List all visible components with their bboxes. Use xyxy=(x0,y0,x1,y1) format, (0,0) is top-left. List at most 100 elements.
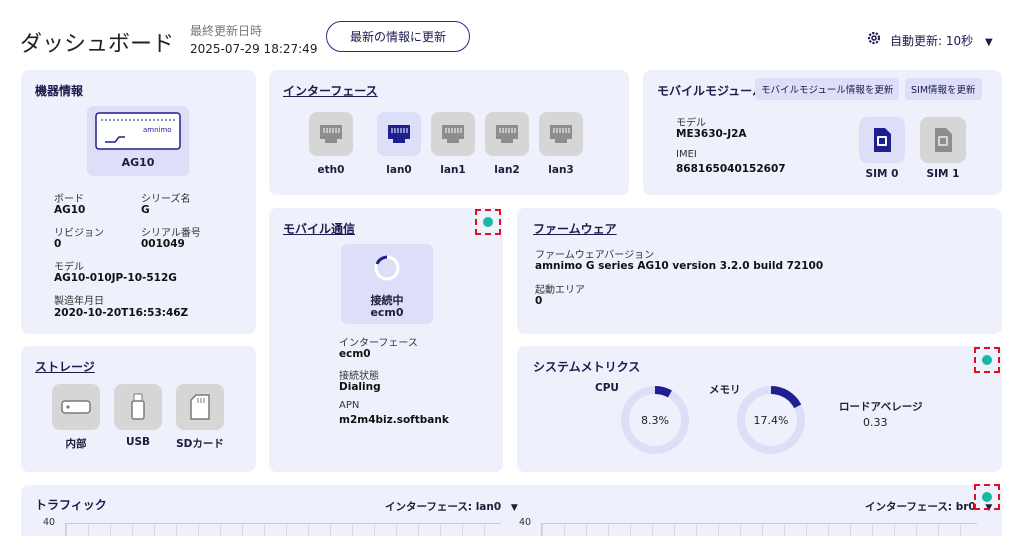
update-module-button[interactable]: モバイルモジュール情報を更新 xyxy=(755,78,900,100)
interface-tile-lan3[interactable] xyxy=(539,112,583,156)
imei-value: 868165040152607 xyxy=(676,163,786,175)
storage-usb-tile[interactable] xyxy=(114,384,162,430)
device-image-caption: AG10 xyxy=(121,156,155,169)
last-updated-value: 2025-07-29 18:27:49 xyxy=(190,42,318,56)
interface-tile-lan1[interactable] xyxy=(431,112,475,156)
firmware-version-value: amnimo G series AG10 version 3.2.0 build… xyxy=(535,260,824,272)
sim1-label: SIM 1 xyxy=(926,168,960,180)
gear-icon[interactable] xyxy=(866,30,882,50)
firmware-title[interactable]: ファームウェア xyxy=(533,220,617,237)
refresh-button[interactable]: 最新の情報に更新 xyxy=(326,21,470,52)
sim-card-icon xyxy=(874,128,891,152)
connection-status-box: 接続中 ecm0 xyxy=(341,244,433,324)
series-value: G xyxy=(141,204,150,216)
series-label: シリーズ名 xyxy=(141,194,191,205)
interface-label-lan1: lan1 xyxy=(440,164,466,176)
mfg-date-value: 2020-10-20T16:53:46Z xyxy=(54,307,189,319)
imei-label: IMEI xyxy=(676,149,697,160)
status-dot xyxy=(982,355,992,365)
cpu-value: 8.3% xyxy=(641,414,669,427)
status-marker-mobile xyxy=(475,209,501,235)
storage-usb-label: USB xyxy=(125,436,151,448)
usb-icon xyxy=(131,393,145,420)
storage-sd-tile[interactable] xyxy=(176,384,224,430)
load-avg-label: ロードアベレージ xyxy=(839,401,923,413)
device-image: amnimo AG10 xyxy=(87,106,189,176)
ethernet-port-icon xyxy=(388,125,410,143)
apn-value: m2m4biz.softbank xyxy=(339,414,449,426)
connection-status-iface: ecm0 xyxy=(370,306,404,319)
mobile-comm-title[interactable]: モバイル通信 xyxy=(283,220,355,237)
device-info-title: 機器情報 xyxy=(35,84,84,98)
interface-label-lan0: lan0 xyxy=(386,164,412,176)
sim0-label: SIM 0 xyxy=(865,168,899,180)
serial-label: シリアル番号 xyxy=(141,228,201,239)
auto-refresh-select[interactable]: 自動更新: 10秒 ▼ xyxy=(890,32,993,49)
traffic-left-iface-select[interactable]: インターフェース: lan0 ▼ xyxy=(385,499,518,514)
hard-drive-icon xyxy=(61,400,91,414)
interface-label-lan3: lan3 xyxy=(548,164,574,176)
sd-card-icon xyxy=(190,394,210,420)
interface-tile-lan0[interactable] xyxy=(377,112,421,156)
ethernet-port-icon xyxy=(320,125,342,143)
interface-label-eth0: eth0 xyxy=(317,164,345,176)
traffic-card: トラフィック インターフェース: lan0 ▼ インターフェース: br0 ▼ … xyxy=(21,485,1002,536)
revision-value: 0 xyxy=(54,238,62,250)
storage-card: ストレージ 内部 USB SDカード xyxy=(21,346,256,472)
sim0-tile[interactable] xyxy=(859,117,905,163)
apn-label: APN xyxy=(339,400,360,411)
traffic-right-plot xyxy=(541,523,977,536)
boot-area-label: 起動エリア xyxy=(535,285,585,296)
metrics-card: システムメトリクス CPU 8.3% メモリ 17.4% ロードアベレージ 0.… xyxy=(517,346,1002,472)
storage-sd-label: SDカード xyxy=(176,438,224,450)
ethernet-port-icon xyxy=(496,125,518,143)
storage-internal-label: 内部 xyxy=(65,438,87,450)
status-marker-traffic xyxy=(974,484,1000,510)
spinner-icon xyxy=(374,255,400,281)
model-label: モデル xyxy=(54,262,84,273)
ethernet-port-icon xyxy=(442,125,464,143)
last-updated-label: 最終更新日時 xyxy=(190,24,263,38)
interface-tile-lan2[interactable] xyxy=(485,112,529,156)
sim1-tile[interactable] xyxy=(920,117,966,163)
boot-area-value: 0 xyxy=(535,295,543,307)
page-title: ダッシュボード xyxy=(20,32,175,57)
device-logo: amnimo xyxy=(143,126,172,134)
status-dot xyxy=(982,492,992,502)
mfg-date-label: 製造年月日 xyxy=(54,296,104,307)
comm-state-label: 接続状態 xyxy=(339,371,379,382)
model-value: AG10-010JP-10-512G xyxy=(54,272,177,284)
interface-label-lan2: lan2 xyxy=(494,164,520,176)
load-avg-value: 0.33 xyxy=(863,416,888,429)
traffic-right-ytick: 40 xyxy=(519,517,532,528)
chevron-down-icon: ▼ xyxy=(510,503,518,513)
auto-refresh-label: 自動更新: 10秒 xyxy=(890,34,974,48)
comm-iface-value: ecm0 xyxy=(339,348,371,360)
mobile-module-title: モバイルモジュール xyxy=(657,84,765,98)
comm-iface-label: インターフェース xyxy=(339,338,418,349)
revision-label: リビジョン xyxy=(54,228,104,239)
metrics-title: システムメトリクス xyxy=(533,360,641,374)
board-value: AG10 xyxy=(54,204,86,216)
status-marker-metrics xyxy=(974,347,1000,373)
storage-title[interactable]: ストレージ xyxy=(35,358,95,375)
interface-tile-eth0[interactable] xyxy=(309,112,353,156)
interfaces-title[interactable]: インターフェース xyxy=(283,82,378,99)
mobile-comm-card: モバイル通信 接続中 ecm0 インターフェース ecm0 接続状態 Diali… xyxy=(269,208,503,472)
storage-internal-tile[interactable] xyxy=(52,384,100,430)
status-dot xyxy=(483,217,493,227)
traffic-left-ytick: 40 xyxy=(43,517,56,528)
chevron-down-icon: ▼ xyxy=(984,37,993,48)
comm-state-value: Dialing xyxy=(339,381,381,393)
module-model-label: モデル xyxy=(676,118,706,129)
interfaces-card: インターフェース eth0 lan0 lan1 lan2 lan3 xyxy=(269,70,629,195)
firmware-version-label: ファームウェアバージョン xyxy=(535,250,655,261)
board-label: ボード xyxy=(54,194,84,205)
traffic-right-iface: インターフェース: br0 xyxy=(865,501,976,513)
traffic-title: トラフィック xyxy=(35,498,107,512)
device-info-card: 機器情報 amnimo AG10 ボード AG10 シリーズ名 G リビジョン … xyxy=(21,70,256,334)
serial-value: 001049 xyxy=(141,238,185,250)
sim-card-icon xyxy=(935,128,952,152)
update-sim-button[interactable]: SIM情報を更新 xyxy=(905,78,982,100)
traffic-left-iface: インターフェース: lan0 xyxy=(385,501,502,513)
